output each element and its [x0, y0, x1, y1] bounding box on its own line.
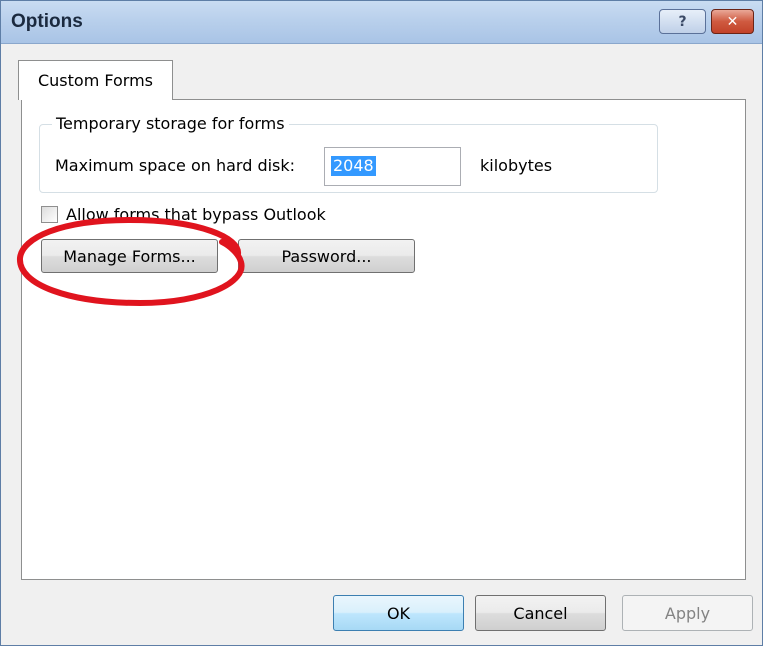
close-button[interactable]: ✕ [711, 9, 754, 34]
max-space-value: 2048 [331, 156, 376, 176]
ok-button[interactable]: OK [333, 595, 464, 631]
title-bar[interactable]: Options ? ✕ [1, 1, 762, 44]
apply-button: Apply [622, 595, 753, 631]
storage-group-legend: Temporary storage for forms [52, 114, 289, 133]
help-button[interactable]: ? [659, 9, 706, 34]
close-icon: ✕ [726, 13, 739, 30]
cancel-button[interactable]: Cancel [475, 595, 606, 631]
tab-custom-forms[interactable]: Custom Forms [18, 60, 173, 100]
manage-forms-button[interactable]: Manage Forms... [41, 239, 218, 273]
window-title: Options [11, 11, 83, 32]
help-icon: ? [678, 13, 687, 30]
max-space-label: Maximum space on hard disk: [55, 156, 296, 175]
allow-bypass-label[interactable]: Allow forms that bypass Outlook [66, 205, 326, 224]
allow-bypass-checkbox[interactable] [41, 206, 58, 223]
kilobytes-label: kilobytes [480, 156, 553, 175]
password-button[interactable]: Password... [238, 239, 415, 273]
max-space-input[interactable]: 2048 [324, 147, 461, 186]
